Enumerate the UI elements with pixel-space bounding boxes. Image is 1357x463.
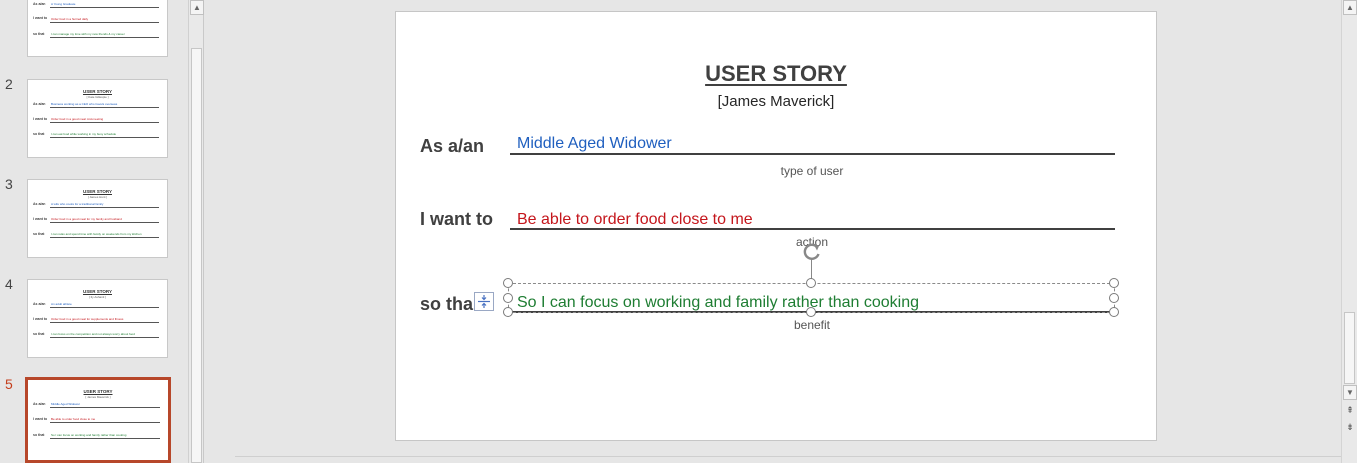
thumb-line <box>50 322 159 323</box>
thumb-value-benefit: I can focus on the competition and not a… <box>51 332 135 336</box>
thumb-value-action: Order food in a good meal for supplement… <box>51 317 124 321</box>
thumb-label-as: As a/an <box>33 102 46 106</box>
resize-handle-bottom-middle[interactable] <box>806 307 816 317</box>
thumb-label-want: I want to <box>33 217 48 221</box>
thumb-line <box>50 37 159 38</box>
slide-subtitle[interactable]: [James Maverick] <box>396 93 1156 110</box>
thumb-label-so: so that <box>33 332 45 336</box>
thumb-label-want: I want to <box>33 117 48 121</box>
thumb-label-want: I want to <box>33 417 48 421</box>
label-so-that[interactable]: so tha <box>420 294 473 315</box>
action-value[interactable]: Be able to order food close to me <box>517 211 753 229</box>
thumb-line <box>50 438 160 439</box>
thumb-value-user: An adult athlete <box>51 302 72 306</box>
slide-number-2: 2 <box>5 76 13 92</box>
thumb-subtitle: [ James Hunt ] <box>87 195 108 199</box>
thumb-label-want: I want to <box>33 16 48 20</box>
thumb-value-benefit: So I can focus on working and family rat… <box>51 433 127 437</box>
thumb-subtitle: [ Ily Ashanti ] <box>88 295 106 299</box>
resize-handle-bottom-left[interactable] <box>503 307 513 317</box>
slide-number-4: 4 <box>5 276 13 292</box>
thumb-label-so: so that <box>33 433 45 437</box>
thumb-line <box>50 307 159 308</box>
thumb-title: USER STORY <box>83 389 113 394</box>
resize-handle-bottom-right[interactable] <box>1109 307 1119 317</box>
thumb-value-action: Order food in a good meal for my family … <box>51 217 122 221</box>
slide-thumbnail-pane[interactable]: As a/an A Young Graduate I want to Order… <box>0 0 188 463</box>
slide-thumbnail-3[interactable]: USER STORY [ James Hunt ] As a/an A wife… <box>27 179 168 258</box>
thumb-title: USER STORY <box>82 89 112 94</box>
label-as-a[interactable]: As a/an <box>420 136 484 157</box>
rotate-handle-icon[interactable] <box>802 242 822 262</box>
thumb-line <box>50 137 159 138</box>
scroll-down-arrow-icon[interactable]: ▼ <box>1343 385 1357 400</box>
slide-title[interactable]: USER STORY <box>396 61 1156 87</box>
slide-number-3: 3 <box>5 176 13 192</box>
thumbnail-scrollbar[interactable]: ▲ <box>188 0 204 463</box>
scrollbar-thumb[interactable] <box>191 48 202 463</box>
thumb-label-so: so that <box>33 32 45 36</box>
thumb-title: USER STORY <box>82 289 112 294</box>
thumb-line <box>50 422 160 423</box>
caption-type-of-user: type of user <box>780 164 844 178</box>
slide-thumbnail-4[interactable]: USER STORY [ Ily Ashanti ] As a/an An ad… <box>27 279 168 358</box>
resize-handle-top-middle[interactable] <box>806 278 816 288</box>
thumb-label-want: I want to <box>33 317 48 321</box>
thumb-label-as: As a/an <box>33 402 46 406</box>
thumb-line <box>50 337 159 338</box>
thumb-value-benefit: I can eat food while working in my busy … <box>51 132 117 136</box>
thumb-value-action: Order food in a hurried daily <box>51 17 89 21</box>
thumb-value-user: Business working as a CEO who travels ov… <box>51 102 118 106</box>
thumb-value-user: A wife who cooks for a traditional famil… <box>51 202 104 206</box>
main-scrollbar[interactable]: ▲ ▼ ⇞ ⇟ <box>1341 0 1357 463</box>
thumb-value-action: Order food in a good meal mid-meeting <box>51 117 104 121</box>
thumb-label-so: so that <box>33 132 45 136</box>
thumb-title: USER STORY <box>82 189 112 194</box>
resize-handle-top-left[interactable] <box>503 278 513 288</box>
next-slide-icon[interactable]: ⇟ <box>1343 420 1357 434</box>
slide-editing-area[interactable]: USER STORY [James Maverick] As a/an Midd… <box>205 0 1341 463</box>
slide-number-5: 5 <box>5 376 13 392</box>
thumb-line <box>50 22 159 23</box>
resize-handle-middle-left[interactable] <box>503 293 513 303</box>
divider <box>235 456 1341 457</box>
slide-thumbnail-2[interactable]: USER STORY [ Kate Gillespie ] As a/an Bu… <box>27 79 168 158</box>
scroll-up-arrow-icon[interactable]: ▲ <box>1343 0 1357 15</box>
previous-slide-icon[interactable]: ⇞ <box>1343 403 1357 417</box>
thumb-value-benefit: I can relax and spend time with family o… <box>51 232 142 236</box>
thumb-value-user: Middle Aged Widower <box>51 402 81 406</box>
thumb-line <box>50 122 159 123</box>
scrollbar-thumb[interactable] <box>1344 312 1355 384</box>
thumb-label-as: As a/an <box>33 2 46 6</box>
thumb-label-as: As a/an <box>33 202 46 206</box>
thumb-line <box>50 7 159 8</box>
slide-title-text: USER STORY <box>705 61 847 86</box>
action-underline <box>510 228 1115 230</box>
thumb-value-action: Be able to order food close to me <box>51 417 96 421</box>
thumb-line <box>50 207 159 208</box>
label-i-want-to[interactable]: I want to <box>420 209 493 230</box>
thumb-label-as: As a/an <box>33 302 46 306</box>
thumb-value-benefit: I can manage my time with my new friends… <box>51 32 125 36</box>
thumb-line <box>50 222 159 223</box>
resize-handle-middle-right[interactable] <box>1109 293 1119 303</box>
slide-canvas[interactable]: USER STORY [James Maverick] As a/an Midd… <box>395 11 1157 441</box>
thumb-subtitle: [ Kate Gillespie ] <box>86 95 109 99</box>
thumb-line <box>50 237 159 238</box>
layout-options-icon[interactable] <box>474 292 494 311</box>
resize-handle-top-right[interactable] <box>1109 278 1119 288</box>
caption-benefit: benefit <box>793 318 831 332</box>
thumb-line <box>50 107 159 108</box>
slide-thumbnail-1[interactable]: As a/an A Young Graduate I want to Order… <box>27 0 168 57</box>
user-type-underline <box>510 153 1115 155</box>
thumb-label-so: so that <box>33 232 45 236</box>
user-type-value[interactable]: Middle Aged Widower <box>517 135 672 153</box>
slide-thumbnail-5-selected[interactable]: USER STORY [ James Maverick ] As a/an Mi… <box>25 377 171 463</box>
thumb-line <box>50 407 160 408</box>
scroll-up-arrow-icon[interactable]: ▲ <box>190 0 204 15</box>
thumb-value-user: A Young Graduate <box>51 2 76 6</box>
thumb-subtitle: [ James Maverick ] <box>85 395 111 399</box>
